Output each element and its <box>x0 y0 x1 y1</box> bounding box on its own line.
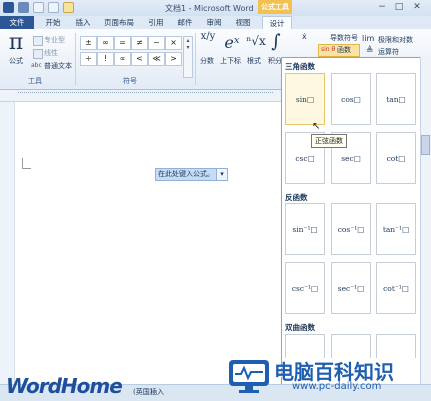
tooltip: 正弦函数 <box>311 134 347 148</box>
script-icon[interactable]: eˣ <box>220 33 244 52</box>
maximize-button[interactable]: □ <box>392 2 406 13</box>
symbol-less-than[interactable]: < <box>131 52 148 66</box>
fraction-button[interactable]: 分数 <box>200 56 214 66</box>
accent-icon[interactable]: ẋ <box>302 32 312 41</box>
undo-icon[interactable] <box>33 2 44 13</box>
mouse-cursor-icon: ↖ <box>312 121 321 132</box>
tab-design[interactable]: 设计 <box>262 16 292 29</box>
linear-button[interactable]: 线性 <box>44 48 58 58</box>
equation-pi-icon[interactable]: π <box>6 31 26 55</box>
symbol-not-equal[interactable]: ≠ <box>131 36 148 50</box>
minimize-button[interactable]: − <box>375 2 389 13</box>
operator-icon: ≜ <box>366 46 374 56</box>
tab-view[interactable]: 视图 <box>230 16 256 29</box>
symbol-proportional[interactable]: ∝ <box>114 52 131 66</box>
radical-icon[interactable]: ⁿ√x <box>246 34 266 48</box>
pc-daily-logo-icon <box>229 360 269 393</box>
abc-icon: abc <box>31 62 42 69</box>
gallery-item-tan[interactable]: tan□ <box>376 73 416 125</box>
gallery-item-arctan[interactable]: tan⁻¹□ <box>376 203 416 255</box>
symbols-scroll-icon[interactable]: ▴ ▾ <box>183 36 193 78</box>
tab-file[interactable]: 文件 <box>0 16 34 29</box>
gallery-item-hyperbolic[interactable] <box>285 334 325 358</box>
linear-icon <box>33 49 43 59</box>
fraction-icon[interactable]: x/y <box>200 31 216 42</box>
radical-button[interactable]: 根式 <box>247 56 261 66</box>
scrollbar-thumb[interactable] <box>421 135 430 155</box>
wordhome-watermark: WordHome <box>6 374 123 398</box>
tab-home[interactable]: 开始 <box>40 16 66 29</box>
gallery-item-cot[interactable]: cot□ <box>376 132 416 184</box>
script-button[interactable]: 上下标 <box>220 56 241 66</box>
gallery-item-hyperbolic[interactable] <box>376 334 416 358</box>
normal-text-button[interactable]: 普通文本 <box>44 61 72 71</box>
symbol-divide[interactable]: ÷ <box>80 52 97 66</box>
word-app-icon[interactable] <box>3 2 14 13</box>
tools-group-label: 工具 <box>28 77 42 85</box>
gallery-item-arccsc[interactable]: csc⁻¹□ <box>285 262 325 314</box>
tab-references[interactable]: 引用 <box>143 16 169 29</box>
integral-button[interactable]: 积分 <box>268 56 282 66</box>
insert-mode-indicator[interactable]: 插入 <box>150 387 164 397</box>
symbol-greater-than[interactable]: > <box>165 52 182 66</box>
pc-daily-watermark-url: www.pc-daily.com <box>292 381 382 392</box>
gallery-scrollbar[interactable] <box>420 57 431 384</box>
gallery-item-sin[interactable]: sin□ <box>285 73 325 125</box>
vertical-ruler <box>0 102 15 384</box>
professional-icon <box>33 36 43 46</box>
equation-button-label[interactable]: 公式 <box>9 56 23 66</box>
ruler-ticks <box>18 92 273 99</box>
gallery-item-arccot[interactable]: cot⁻¹□ <box>376 262 416 314</box>
symbol-tilde[interactable]: ~ <box>148 36 165 50</box>
new-document-icon[interactable] <box>63 2 74 13</box>
function-badge: sin θ <box>321 46 336 53</box>
equation-tools-context-label: 公式工具 <box>258 0 292 14</box>
integral-icon[interactable]: ∫ <box>269 31 283 52</box>
symbol-times[interactable]: × <box>165 36 182 50</box>
tab-insert[interactable]: 插入 <box>70 16 96 29</box>
close-button[interactable]: ✕ <box>410 2 424 13</box>
group-separator <box>75 33 76 85</box>
window-title: 文档1 - Microsoft Word <box>165 4 254 13</box>
symbol-much-less[interactable]: ≪ <box>148 52 165 66</box>
section-title-trig: 三角函数 <box>285 62 315 71</box>
gallery-item-arcsec[interactable]: sec⁻¹□ <box>331 262 371 314</box>
gallery-item-hyperbolic[interactable] <box>331 334 371 358</box>
limit-icon: lim <box>362 34 375 43</box>
symbol-plus-minus[interactable]: ± <box>80 36 97 50</box>
gallery-item-cos[interactable]: cos□ <box>331 73 371 125</box>
save-icon[interactable] <box>18 2 29 13</box>
tab-mailings[interactable]: 邮件 <box>172 16 198 29</box>
limit-button[interactable]: 极限和对数 <box>378 35 413 45</box>
section-title-hyperbolic: 双曲函数 <box>285 323 315 332</box>
section-title-inverse: 反函数 <box>285 193 308 202</box>
symbol-factorial[interactable]: ! <box>97 52 114 66</box>
tab-review[interactable]: 审阅 <box>201 16 227 29</box>
gallery-item-arccos[interactable]: cos⁻¹□ <box>331 203 371 255</box>
professional-button[interactable]: 专业型 <box>44 35 65 45</box>
function-label: 函数 <box>337 46 351 54</box>
accent-button[interactable]: 导数符号 <box>330 33 358 43</box>
group-separator <box>195 33 196 85</box>
document-page[interactable] <box>0 102 281 384</box>
function-button[interactable]: sin θ 函数 <box>318 44 360 57</box>
symbol-equals[interactable]: = <box>114 36 131 50</box>
gallery-item-arcsin[interactable]: sin⁻¹□ <box>285 203 325 255</box>
redo-icon[interactable] <box>48 2 59 13</box>
margin-mark <box>22 158 31 169</box>
equation-placeholder[interactable]: 在此处键入公式。 <box>155 168 219 181</box>
tab-page-layout[interactable]: 页面布局 <box>99 16 139 29</box>
operator-button[interactable]: 运算符 <box>378 47 399 57</box>
symbol-infinity[interactable]: ∞ <box>97 36 114 50</box>
symbols-group-label: 符号 <box>123 77 137 85</box>
equation-options-dropdown[interactable]: ▾ <box>216 168 228 181</box>
